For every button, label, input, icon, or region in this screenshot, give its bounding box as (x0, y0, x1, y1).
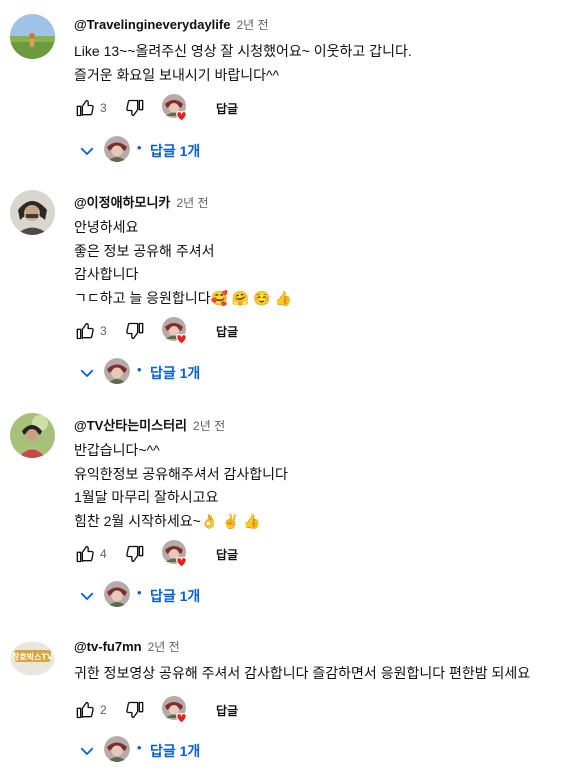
comment-actions: 3 답글 (74, 317, 294, 349)
reply-button[interactable]: 답글 (216, 323, 238, 340)
replies-count[interactable]: 답글 1개 (150, 141, 200, 161)
comment-line: 귀한 정보영상 공유해 주셔서 감사합니다 즐감하면서 응원합니다 편한밤 되세… (74, 665, 531, 681)
comment-header: @Travelingineverydaylife 2년 전 (74, 16, 269, 33)
avatar (104, 136, 130, 162)
avatar-badge-text: 창호박스TV (12, 652, 54, 662)
replies-toggle[interactable]: • 답글 1개 (74, 579, 274, 611)
replies-toggle[interactable]: • 답글 1개 (74, 356, 274, 388)
comment-actions: 3 답글 (74, 94, 294, 126)
replies-count[interactable]: 답글 1개 (150, 741, 200, 761)
timestamp[interactable]: 2년 전 (236, 18, 268, 32)
author-name[interactable]: @이정애하모니카 (74, 195, 170, 210)
creator-heart-icon (162, 696, 190, 724)
comment-text: Like 13~~올려주신 영상 잘 시청했어요~ 이웃하고 갑니다. 즐거운 … (74, 40, 412, 87)
like-count: 4 (100, 547, 107, 561)
comment-line: 감사합니다 (74, 266, 139, 282)
comment-line: ㄱㄷ하고 늘 응원합니다🥰 🤗 ☺️ 👍 (74, 289, 292, 306)
chevron-down-icon (78, 364, 96, 382)
thumb-up-icon[interactable] (74, 544, 94, 564)
replies-count[interactable]: 답글 1개 (150, 363, 200, 383)
avatar[interactable] (10, 14, 55, 59)
chevron-down-icon (78, 587, 96, 605)
comment-header: @이정애하모니카 2년 전 (74, 192, 209, 211)
creator-heart-icon (162, 94, 190, 122)
reply-button[interactable]: 답글 (216, 100, 238, 117)
comment-line: 좋은 정보 공유해 주셔서 (74, 242, 215, 259)
comment-line: 1월달 마무리 잘하시고요 (74, 489, 219, 505)
reply-button[interactable]: 답글 (216, 702, 238, 719)
replies-count[interactable]: 답글 1개 (150, 586, 200, 606)
thumb-down-icon[interactable] (126, 700, 146, 720)
timestamp[interactable]: 2년 전 (176, 196, 208, 210)
thumb-up-icon[interactable] (74, 98, 94, 118)
comment-line: 안녕하세요 (74, 219, 139, 235)
comment-text: 귀한 정보영상 공유해 주셔서 감사합니다 즐감하면서 응원합니다 편한밤 되세… (74, 662, 530, 686)
chevron-down-icon (78, 142, 96, 160)
thumb-down-icon[interactable] (126, 98, 146, 118)
comment-line: Like 13~~올려주신 영상 잘 시청했어요~ 이웃하고 갑니다. (74, 43, 412, 59)
chevron-down-icon (78, 742, 96, 760)
comment-line: 반갑습니다~^^ (74, 442, 160, 458)
avatar[interactable] (10, 190, 55, 235)
timestamp[interactable]: 2년 전 (193, 419, 225, 433)
creator-heart-icon (162, 540, 190, 568)
avatar[interactable] (10, 413, 55, 458)
thumb-down-icon[interactable] (126, 321, 146, 341)
author-name[interactable]: @tv-fu7mn (74, 639, 142, 654)
timestamp[interactable]: 2년 전 (148, 640, 180, 654)
thumb-down-icon[interactable] (126, 544, 146, 564)
author-name[interactable]: @TV산타는미스터리 (74, 418, 187, 433)
comment-actions: 4 답글 (74, 540, 294, 572)
comment-text: 안녕하세요 좋은 정보 공유해 주셔서 감사합니다 ㄱㄷ하고 늘 응원합니다🥰 … (74, 216, 292, 310)
like-count: 2 (100, 703, 107, 717)
comment-text: 반갑습니다~^^ 유익한정보 공유해주셔서 감사합니다 1월달 마무리 잘하시고… (74, 439, 288, 533)
comment-header: @tv-fu7mn 2년 전 (74, 638, 180, 655)
avatar[interactable]: 창호박스TV (10, 636, 55, 681)
like-count: 3 (100, 101, 107, 115)
replies-toggle[interactable]: • 답글 1개 (74, 134, 274, 166)
avatar (104, 736, 130, 762)
avatar (104, 581, 130, 607)
thumb-up-icon[interactable] (74, 700, 94, 720)
comment-line: 힘찬 2월 시작하세요~👌 ✌️ 👍 (74, 512, 261, 529)
like-count: 3 (100, 324, 107, 338)
creator-heart-icon (162, 317, 190, 345)
thumb-up-icon[interactable] (74, 321, 94, 341)
author-name[interactable]: @Travelingineverydaylife (74, 17, 230, 32)
comment-line: 즐거운 화요일 보내시기 바랍니다^^ (74, 66, 280, 83)
comment-header: @TV산타는미스터리 2년 전 (74, 415, 225, 434)
comment-actions: 2 답글 (74, 696, 294, 728)
avatar (104, 358, 130, 384)
comment-line: 유익한정보 공유해주셔서 감사합니다 (74, 465, 288, 482)
replies-toggle[interactable]: • 답글 1개 (74, 734, 274, 766)
reply-button[interactable]: 답글 (216, 546, 238, 563)
